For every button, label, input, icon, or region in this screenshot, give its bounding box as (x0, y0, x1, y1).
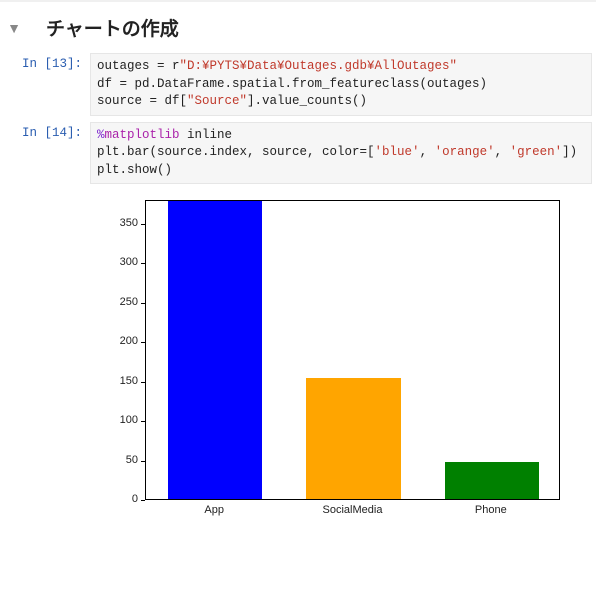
ytick-mark (141, 342, 145, 343)
ytick-mark (141, 461, 145, 462)
ytick-label: 150 (90, 375, 138, 387)
ytick-label: 50 (90, 454, 138, 466)
code-text: inline (180, 128, 233, 142)
code-input[interactable]: %matplotlib inline plt.bar(source.index,… (90, 122, 592, 185)
code-text: plt.bar(source.index, source, color=[ (97, 145, 375, 159)
ytick-mark (141, 421, 145, 422)
code-input[interactable]: outages = r"D:¥PYTS¥Data¥Outages.gdb¥All… (90, 53, 592, 116)
bar (306, 378, 400, 499)
bar (445, 462, 539, 499)
ytick-label: 350 (90, 217, 138, 229)
cell-prompt: In [14]: (0, 122, 90, 185)
code-text: , (420, 145, 435, 159)
xtick-label: Phone (444, 504, 538, 516)
plot-axes (145, 200, 560, 500)
code-string: 'green' (510, 145, 563, 159)
code-string: 'blue' (375, 145, 420, 159)
ytick-label: 200 (90, 335, 138, 347)
bar (168, 201, 262, 499)
ytick-mark (141, 382, 145, 383)
ytick-mark (141, 500, 145, 501)
code-text: plt.show() (97, 163, 172, 177)
code-text: ].value_counts() (247, 94, 367, 108)
code-magic: % (97, 128, 105, 142)
toolbar-separator (0, 0, 596, 2)
xtick-label: SocialMedia (305, 504, 399, 516)
code-magic: matplotlib (105, 128, 180, 142)
code-text: outages = r (97, 59, 180, 73)
bar-chart: 0 50 100 150 200 250 300 350 App SocialMedia Phon… (90, 192, 570, 522)
code-string: 'orange' (435, 145, 495, 159)
section-header: ▼ チャートの作成 (0, 6, 596, 53)
code-string: "D:¥PYTS¥Data¥Outages.gdb¥AllOutages" (180, 59, 458, 73)
code-text: source = df[ (97, 94, 187, 108)
cell-prompt: In [13]: (0, 53, 90, 116)
ytick-label: 100 (90, 414, 138, 426)
ytick-mark (141, 263, 145, 264)
xtick-label: App (167, 504, 261, 516)
code-string: "Source" (187, 94, 247, 108)
chart-output: 0 50 100 150 200 250 300 350 App SocialMedia Phon… (90, 192, 596, 522)
ytick-label: 0 (90, 493, 138, 505)
collapse-icon[interactable]: ▼ (6, 20, 22, 36)
ytick-label: 250 (90, 296, 138, 308)
code-cell: In [13]: outages = r"D:¥PYTS¥Data¥Outage… (0, 53, 596, 116)
ytick-label: 300 (90, 256, 138, 268)
code-cell: In [14]: %matplotlib inline plt.bar(sour… (0, 122, 596, 185)
code-text: , (495, 145, 510, 159)
code-text: ]) (562, 145, 577, 159)
section-title: チャートの作成 (46, 14, 179, 41)
ytick-mark (141, 303, 145, 304)
ytick-mark (141, 224, 145, 225)
code-text: df = pd.DataFrame.spatial.from_featurecl… (97, 77, 487, 91)
